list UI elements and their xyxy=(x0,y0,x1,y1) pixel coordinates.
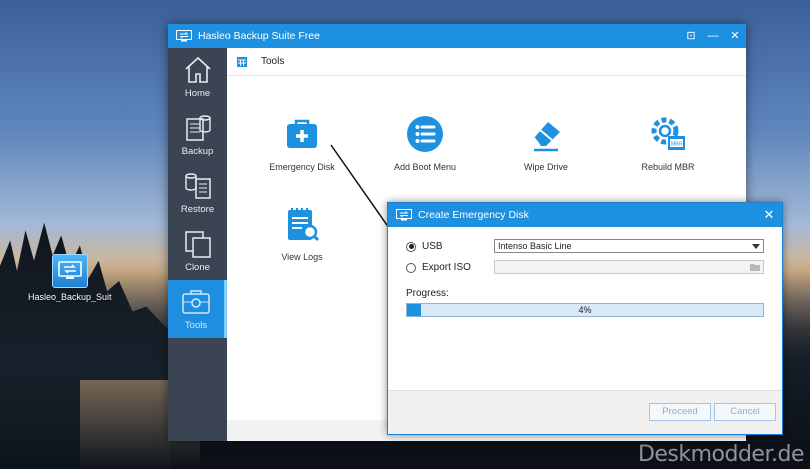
first-aid-icon xyxy=(287,119,317,148)
sidebar-item-home[interactable]: Home xyxy=(168,48,227,106)
app-logo-icon xyxy=(176,30,192,42)
window-title: Hasleo Backup Suite Free xyxy=(198,30,320,42)
usb-device-value: Intenso Basic Line xyxy=(498,241,572,251)
tool-label: Rebuild MBR xyxy=(641,162,695,172)
cancel-button[interactable]: Cancel xyxy=(714,403,776,421)
eraser-icon xyxy=(533,122,560,152)
dialog-footer: Proceed Cancel xyxy=(388,390,782,434)
sidebar: Home Backup Restore Clone Tools xyxy=(168,48,227,441)
close-button[interactable]: ✕ xyxy=(724,24,746,48)
export-iso-radio[interactable] xyxy=(406,262,416,273)
chevron-down-icon xyxy=(752,244,760,249)
dialog-body: USB Intenso Basic Line Export ISO Progre… xyxy=(388,227,782,392)
tool-rebuild-mbr[interactable]: MBR Rebuild MBR xyxy=(613,114,723,172)
tool-label: View Logs xyxy=(281,252,323,262)
folder-icon[interactable] xyxy=(750,263,760,271)
iso-path-field[interactable] xyxy=(494,260,764,274)
log-search-icon xyxy=(288,208,320,242)
sidebar-item-label: Backup xyxy=(181,146,214,157)
tool-label: Emergency Disk xyxy=(269,162,335,172)
usb-label: USB xyxy=(422,241,443,252)
window-titlebar[interactable]: Hasleo Backup Suite Free ⊡ — ✕ xyxy=(168,24,746,48)
sidebar-item-clone[interactable]: Clone xyxy=(168,222,227,280)
usb-device-dropdown[interactable]: Intenso Basic Line xyxy=(494,239,764,253)
watermark: Deskmodder.de xyxy=(637,442,805,467)
progress-bar: 4% xyxy=(406,303,764,317)
restore-button[interactable]: ⊡ xyxy=(680,24,702,48)
sidebar-item-label: Tools xyxy=(184,320,208,331)
sidebar-item-label: Restore xyxy=(180,204,215,215)
export-iso-label: Export ISO xyxy=(422,262,471,273)
breadcrumb: Tools xyxy=(227,48,746,76)
minimize-button[interactable]: — xyxy=(702,24,724,48)
emergency-disk-dialog: Create Emergency Disk ✕ USB Intenso Basi… xyxy=(387,202,783,435)
desktop-shortcut-label: Hasleo_Backup_Suite xyxy=(28,292,112,302)
dialog-close-button[interactable]: ✕ xyxy=(756,207,782,223)
sidebar-item-backup[interactable]: Backup xyxy=(168,106,227,164)
clone-icon xyxy=(184,231,211,258)
list-icon xyxy=(407,116,443,152)
usb-radio[interactable] xyxy=(406,241,416,252)
sidebar-item-label: Home xyxy=(184,88,211,99)
desktop-shortcut-hasleo[interactable]: Hasleo_Backup_Suite xyxy=(28,254,112,302)
home-icon xyxy=(184,56,211,83)
progress-label: Progress: xyxy=(406,288,449,299)
dialog-title: Create Emergency Disk xyxy=(418,209,529,221)
export-iso-option[interactable]: Export ISO xyxy=(406,262,471,273)
sidebar-item-label: Clone xyxy=(185,262,210,273)
sidebar-item-restore[interactable]: Restore xyxy=(168,164,227,222)
tool-label: Wipe Drive xyxy=(523,162,568,172)
grid-icon xyxy=(237,56,247,67)
proceed-button[interactable]: Proceed xyxy=(649,403,711,421)
breadcrumb-label: Tools xyxy=(261,56,285,67)
restore-icon xyxy=(184,173,211,199)
usb-option[interactable]: USB xyxy=(406,241,443,252)
hasleo-app-icon xyxy=(52,254,88,288)
gear-mbr-icon: MBR xyxy=(651,117,685,150)
app-logo-icon xyxy=(396,209,412,221)
svg-text:MBR: MBR xyxy=(671,142,683,148)
tool-add-boot-menu[interactable]: Add Boot Menu xyxy=(370,114,480,172)
tool-view-logs[interactable]: View Logs xyxy=(247,204,357,262)
sidebar-item-tools[interactable]: Tools xyxy=(168,280,227,338)
tools-icon xyxy=(182,290,210,314)
dialog-titlebar[interactable]: Create Emergency Disk ✕ xyxy=(388,203,782,227)
progress-text: 4% xyxy=(578,305,592,315)
tool-label: Add Boot Menu xyxy=(393,162,457,172)
tool-wipe-drive[interactable]: Wipe Drive xyxy=(491,114,601,172)
tool-emergency-disk[interactable]: Emergency Disk xyxy=(247,114,357,172)
backup-icon xyxy=(185,115,211,141)
